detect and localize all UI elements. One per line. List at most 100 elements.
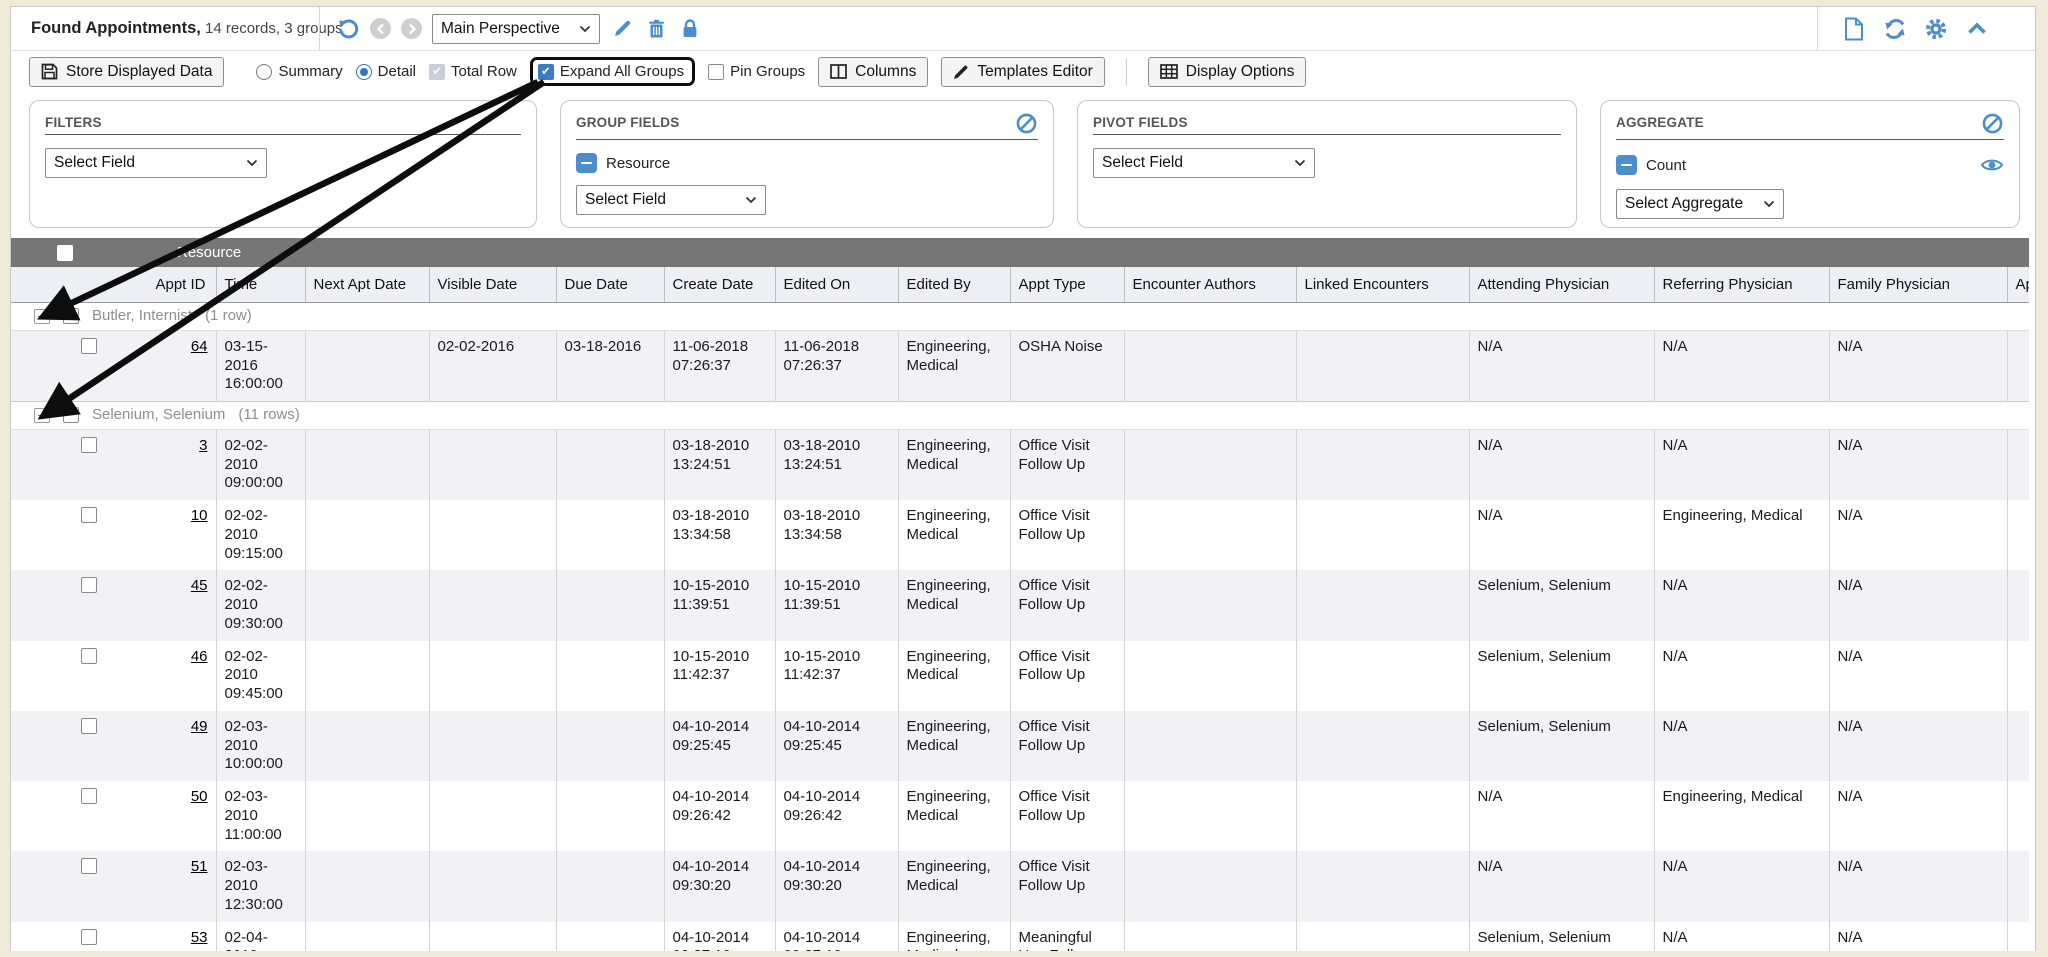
clear-group-fields-icon[interactable] xyxy=(1014,111,1038,135)
column-header[interactable]: Edited On xyxy=(775,267,898,303)
remove-group-field-icon[interactable] xyxy=(576,153,597,173)
pivot-fields-select[interactable]: Select Field xyxy=(1093,148,1315,178)
group-collapse-toggle[interactable] xyxy=(34,408,50,423)
store-displayed-data-label: Store Displayed Data xyxy=(66,63,212,81)
group-collapse-toggle[interactable] xyxy=(34,309,50,324)
column-header[interactable]: Appt Type xyxy=(1010,267,1124,303)
table-cell: 10-15-2010 11:39:51 xyxy=(775,570,898,640)
table-cell: Engineering, Medical xyxy=(1654,500,1829,570)
group-count: (1 row) xyxy=(205,307,252,326)
row-checkbox[interactable] xyxy=(81,788,97,804)
row-checkbox[interactable] xyxy=(81,437,97,453)
column-header[interactable]: Attending Physician xyxy=(1469,267,1654,303)
table-cell xyxy=(1124,641,1296,711)
column-header[interactable]: Encounter Authors xyxy=(1124,267,1296,303)
column-header[interactable]: Referring Physician xyxy=(1654,267,1829,303)
record-count: 14 records, 3 groups xyxy=(201,20,343,37)
appt-id-link[interactable]: 64 xyxy=(191,338,208,355)
column-header[interactable]: Edited By xyxy=(898,267,1010,303)
appt-id-link[interactable]: 10 xyxy=(191,507,208,524)
summary-radio[interactable]: Summary xyxy=(256,63,342,80)
select-all-checkbox[interactable] xyxy=(57,245,73,261)
column-header[interactable]: Appt ID xyxy=(11,267,216,303)
summary-label: Summary xyxy=(278,63,342,80)
table-cell xyxy=(429,922,556,952)
group-checkbox[interactable] xyxy=(63,407,79,423)
column-header[interactable]: Time xyxy=(216,267,305,303)
prev-icon[interactable] xyxy=(370,18,391,39)
table-cell: 04-10-2014 09:37:10 xyxy=(775,922,898,952)
table-cell xyxy=(2007,500,2029,570)
store-displayed-data-button[interactable]: Store Displayed Data xyxy=(29,57,224,87)
table-cell xyxy=(429,851,556,921)
table-row: 302-02-2010 09:00:0003-18-2010 13:24:510… xyxy=(11,429,2029,500)
column-header-row: Appt IDTimeNext Apt DateVisible DateDue … xyxy=(11,267,2029,303)
table-cell: Office Visit Follow Up xyxy=(1010,851,1124,921)
appt-id-link[interactable]: 53 xyxy=(191,929,208,946)
total-row-checkbox-box[interactable] xyxy=(429,64,445,80)
expand-all-groups-checkbox-box[interactable] xyxy=(538,64,554,80)
column-header[interactable]: Next Apt Date xyxy=(305,267,429,303)
perspective-select[interactable]: Main Perspective xyxy=(432,14,600,44)
table-cell: Office Visit Follow Up xyxy=(1010,500,1124,570)
appt-id-link[interactable]: 51 xyxy=(191,858,208,875)
new-file-icon[interactable] xyxy=(1842,17,1866,41)
expand-all-groups-checkbox[interactable]: Expand All Groups xyxy=(538,63,684,80)
aggregate-select[interactable]: Select Aggregate xyxy=(1616,189,1784,219)
display-options-button[interactable]: Display Options xyxy=(1148,57,1307,87)
remove-aggregate-icon[interactable] xyxy=(1616,155,1637,175)
row-checkbox[interactable] xyxy=(81,929,97,945)
detail-radio-circle[interactable] xyxy=(356,64,372,80)
table-cell xyxy=(1296,330,1469,401)
table-cell xyxy=(2007,711,2029,781)
pin-groups-checkbox-box[interactable] xyxy=(708,64,724,80)
columns-button[interactable]: Columns xyxy=(818,57,928,87)
filters-field-select-value: Select Field xyxy=(54,154,135,172)
lock-icon[interactable] xyxy=(678,17,702,41)
column-header[interactable]: Linked Encounters xyxy=(1296,267,1469,303)
aggregate-title: AGGREGATE xyxy=(1616,111,1704,130)
column-header[interactable]: Visible Date xyxy=(429,267,556,303)
appt-id-link[interactable]: 3 xyxy=(199,437,207,454)
appt-id-link[interactable]: 50 xyxy=(191,788,208,805)
row-checkbox[interactable] xyxy=(81,577,97,593)
delete-perspective-icon[interactable] xyxy=(644,17,668,41)
collapse-panel-icon[interactable] xyxy=(1965,17,1989,41)
chevron-down-icon xyxy=(246,159,258,167)
eye-icon[interactable] xyxy=(1980,153,2004,177)
templates-editor-button[interactable]: Templates Editor xyxy=(941,57,1104,87)
appt-id-link[interactable]: 45 xyxy=(191,577,208,594)
chevron-down-icon xyxy=(579,25,591,33)
appt-id-link[interactable]: 46 xyxy=(191,648,208,665)
row-checkbox[interactable] xyxy=(81,858,97,874)
column-header[interactable]: Family Physician xyxy=(1829,267,2007,303)
filters-field-select[interactable]: Select Field xyxy=(45,148,267,178)
row-checkbox[interactable] xyxy=(81,338,97,354)
column-header[interactable]: Appt Re xyxy=(2007,267,2029,303)
pin-groups-checkbox[interactable]: Pin Groups xyxy=(708,63,805,80)
gear-icon[interactable] xyxy=(1924,17,1948,41)
next-icon[interactable] xyxy=(401,18,422,39)
column-header[interactable]: Create Date xyxy=(664,267,775,303)
detail-radio[interactable]: Detail xyxy=(356,63,416,80)
table-cell: Engineering, Medical xyxy=(898,851,1010,921)
total-row-label: Total Row xyxy=(451,63,517,80)
total-row-checkbox[interactable]: Total Row xyxy=(429,63,517,80)
table-cell: 04-10-2014 09:26:42 xyxy=(775,781,898,851)
group-checkbox[interactable] xyxy=(63,308,79,324)
row-checkbox[interactable] xyxy=(81,507,97,523)
table-cell xyxy=(429,429,556,500)
row-checkbox[interactable] xyxy=(81,648,97,664)
edit-perspective-icon[interactable] xyxy=(610,17,634,41)
table-cell xyxy=(305,570,429,640)
table-cell: Engineering, Medical xyxy=(898,922,1010,952)
column-header[interactable]: Due Date xyxy=(556,267,664,303)
undo-icon[interactable] xyxy=(336,17,360,41)
refresh-icon[interactable] xyxy=(1883,17,1907,41)
row-checkbox[interactable] xyxy=(81,718,97,734)
group-fields-select[interactable]: Select Field xyxy=(576,185,766,215)
summary-radio-circle[interactable] xyxy=(256,64,272,80)
clear-aggregate-icon[interactable] xyxy=(1980,111,2004,135)
appt-id-link[interactable]: 49 xyxy=(191,718,208,735)
table-cell: N/A xyxy=(1829,851,2007,921)
